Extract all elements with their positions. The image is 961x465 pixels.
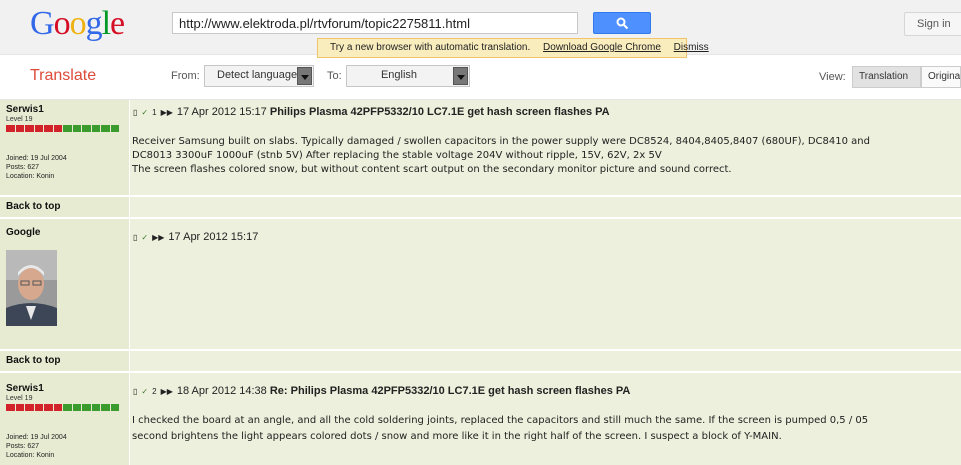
- post-header: ▯ ✓ 2 ▶▶ 18 Apr 2012 14:38 Re: Philips Plasm…: [133, 385, 630, 397]
- post-author-panel: Serwis1 Level 19 Joined: 19 Jul 2004 Pos…: [0, 373, 130, 465]
- vote-icon[interactable]: ✓: [141, 387, 148, 396]
- post-body-line: The screen flashes colored snow, but wit…: [132, 164, 732, 175]
- translation-view-button[interactable]: Translation: [852, 66, 921, 88]
- view-post-icon[interactable]: ▶▶: [161, 108, 173, 117]
- user-meta: Joined: 19 Jul 2004 Posts: 627 Location:…: [6, 433, 67, 460]
- view-label: View:: [819, 71, 846, 83]
- to-language-value: English: [380, 69, 418, 81]
- username[interactable]: Serwis1: [6, 104, 44, 115]
- post-count: Posts: 627: [6, 164, 40, 171]
- user-level: Level 19: [6, 395, 33, 402]
- post-body-line: Receiver Samsung built on slabs. Typical…: [132, 136, 870, 147]
- joined-date: Joined: 19 Jul 2004: [6, 155, 67, 162]
- joined-date: Joined: 19 Jul 2004: [6, 434, 67, 441]
- from-language-select[interactable]: Detect language: [204, 65, 314, 87]
- post-content-panel: ▯ ✓ ▶▶ 17 Apr 2012 15:17: [130, 219, 961, 349]
- empty-cell: [130, 197, 961, 217]
- level-bar: [6, 404, 120, 411]
- post-number: 1: [152, 108, 157, 117]
- url-input[interactable]: http://www.elektroda.pl/rtvforum/topic22…: [172, 12, 578, 34]
- view-post-icon[interactable]: ▶▶: [152, 233, 164, 242]
- dismiss-link[interactable]: Dismiss: [674, 42, 709, 53]
- post-count: Posts: 627: [6, 443, 40, 450]
- post-date: 18 Apr 2012 14:38: [176, 385, 267, 397]
- post-subject[interactable]: Re: Philips Plasma 42PFP5332/10 LC7.1E g…: [270, 385, 631, 397]
- sign-in-button[interactable]: Sign in: [904, 12, 961, 36]
- chrome-notice: Try a new browser with automatic transla…: [317, 38, 709, 58]
- user-location: Location: Konin: [6, 452, 55, 459]
- google-logo[interactable]: Google: [30, 5, 125, 43]
- post-number: 2: [152, 387, 157, 396]
- vote-icon[interactable]: ✓: [141, 108, 148, 117]
- post-header: ▯ ✓ 1 ▶▶ 17 Apr 2012 15:17 Philips Plasma 42…: [133, 106, 610, 118]
- notice-text: Try a new browser with automatic transla…: [330, 42, 531, 53]
- post-row: Google ▯ ✓ ▶▶ 17 Apr 2012 15:17: [0, 219, 961, 349]
- forum-content: Serwis1 Level 19 Joined: 19 Jul 2004 Pos…: [0, 100, 961, 465]
- post-header: ▯ ✓ ▶▶ 17 Apr 2012 15:17: [133, 231, 258, 243]
- post-body-line: DC8013 3300uF 1000uF (stnb 5V) After rep…: [132, 150, 662, 161]
- translate-bar: Translate: [0, 55, 961, 100]
- translate-title: Translate: [30, 67, 97, 84]
- post-row: Serwis1 Level 19 Joined: 19 Jul 2004 Pos…: [0, 100, 961, 195]
- post-body-line: second brightens the light appears color…: [132, 431, 782, 442]
- post-date: 17 Apr 2012 15:17: [168, 231, 259, 243]
- username[interactable]: Google: [6, 227, 40, 238]
- post-date: 17 Apr 2012 15:17: [176, 106, 267, 118]
- user-location: Location: Konin: [6, 173, 55, 180]
- back-to-top-link[interactable]: Back to top: [6, 355, 60, 366]
- chevron-down-icon: [453, 67, 468, 85]
- to-language-select[interactable]: English: [346, 65, 470, 87]
- original-view-button[interactable]: Original: [921, 66, 961, 88]
- post-subject[interactable]: Philips Plasma 42PFP5332/10 LC7.1E get h…: [270, 106, 610, 118]
- empty-cell: [130, 351, 961, 371]
- download-chrome-link[interactable]: Download Google Chrome: [543, 42, 661, 53]
- vote-icon[interactable]: ✓: [141, 233, 148, 242]
- view-post-icon[interactable]: ▶▶: [161, 387, 173, 396]
- user-avatar: [6, 250, 57, 326]
- post-body: I checked the board at an angle, and all…: [132, 414, 868, 444]
- from-label: From:: [171, 70, 200, 82]
- search-button[interactable]: [593, 12, 651, 34]
- from-language-value: Detect language: [217, 69, 298, 81]
- to-label: To:: [327, 70, 342, 82]
- post-body: Receiver Samsung built on slabs. Typical…: [132, 135, 870, 177]
- username[interactable]: Serwis1: [6, 383, 44, 394]
- post-icon[interactable]: ▯: [133, 387, 137, 396]
- level-bar: [6, 125, 120, 132]
- post-row: Serwis1 Level 19 Joined: 19 Jul 2004 Pos…: [0, 373, 961, 465]
- post-body-line: I checked the board at an angle, and all…: [132, 415, 869, 426]
- back-to-top-row: Back to top: [0, 197, 961, 217]
- post-author-panel: Serwis1 Level 19 Joined: 19 Jul 2004 Pos…: [0, 100, 130, 195]
- post-icon[interactable]: ▯: [133, 233, 137, 242]
- back-to-top-row: Back to top: [0, 351, 961, 371]
- user-level: Level 19: [6, 116, 33, 123]
- back-to-top-link[interactable]: Back to top: [6, 201, 60, 212]
- user-meta: Joined: 19 Jul 2004 Posts: 627 Location:…: [6, 154, 67, 181]
- chevron-down-icon: [297, 67, 312, 85]
- post-icon[interactable]: ▯: [133, 108, 137, 117]
- search-icon: [616, 17, 629, 30]
